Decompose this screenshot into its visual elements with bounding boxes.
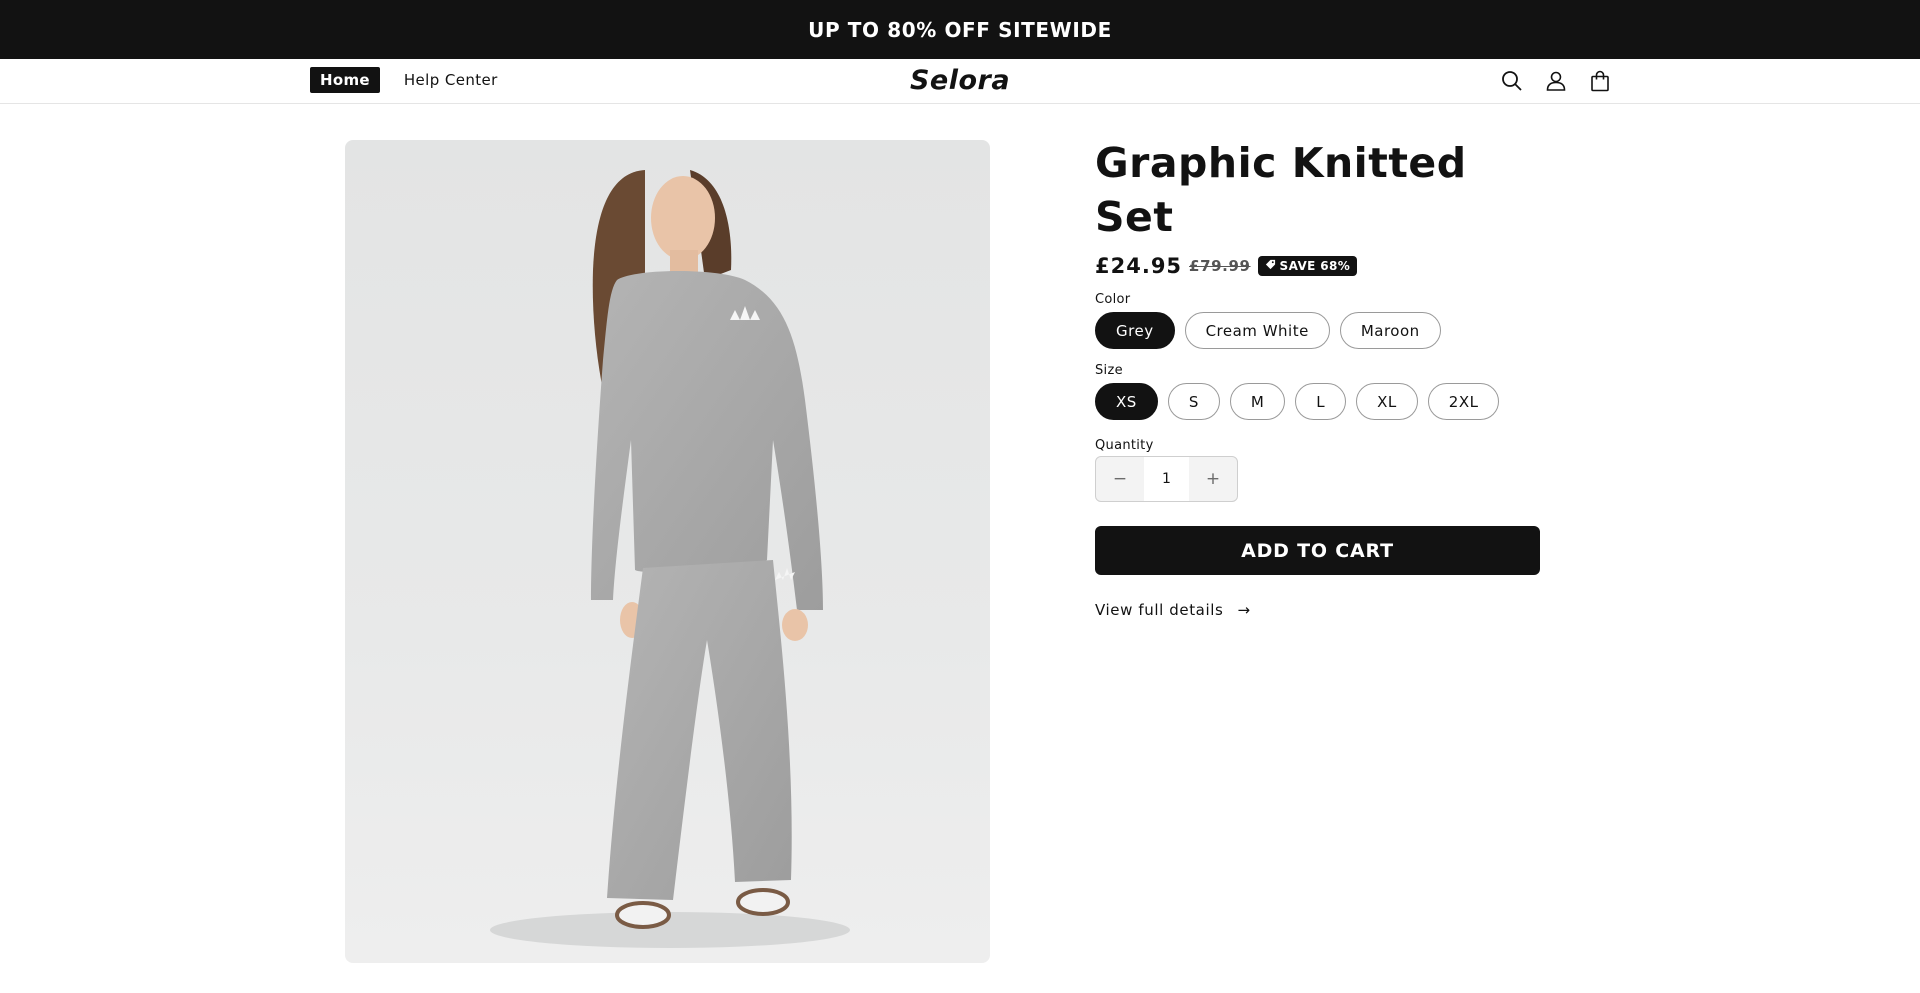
save-badge-text: SAVE 68% <box>1279 259 1351 273</box>
quantity-label: Quantity <box>1095 438 1154 453</box>
color-option-maroon[interactable]: Maroon <box>1339 312 1441 349</box>
color-option-cream-white[interactable]: Cream White <box>1184 312 1330 349</box>
quantity-decrease-button[interactable]: − <box>1096 457 1144 501</box>
tag-icon <box>1265 259 1276 273</box>
product-title: Graphic Knitted Set <box>1095 139 1467 241</box>
view-full-details-label: View full details <box>1095 601 1224 619</box>
size-option-l[interactable]: L <box>1295 383 1347 420</box>
main-nav: Home Help Center <box>310 67 498 93</box>
price-row: £24.95 £79.99 SAVE 68% <box>1095 254 1545 278</box>
announcement-bar: UP TO 80% OFF SITEWIDE <box>0 0 1920 59</box>
size-option-xl[interactable]: XL <box>1356 383 1418 420</box>
sale-price: £24.95 <box>1095 254 1183 278</box>
nav-help-center-link[interactable]: Help Center <box>404 71 498 89</box>
compare-price: £79.99 <box>1189 257 1251 275</box>
size-option-s[interactable]: S <box>1167 383 1220 420</box>
quantity-increase-button[interactable]: + <box>1189 457 1237 501</box>
add-to-cart-button[interactable]: ADD TO CART <box>1095 526 1540 575</box>
size-label: Size <box>1095 363 1123 378</box>
size-option-m[interactable]: M <box>1229 383 1286 420</box>
size-option-2xl[interactable]: 2XL <box>1427 383 1500 420</box>
header-icons <box>1500 69 1612 93</box>
color-option-grey[interactable]: Grey <box>1095 312 1175 349</box>
color-options: Grey Cream White Maroon <box>1095 312 1545 349</box>
product-image[interactable] <box>345 140 990 963</box>
nav-home-link[interactable]: Home <box>310 67 380 93</box>
quantity-stepper: − 1 + <box>1095 456 1238 502</box>
size-option-xs[interactable]: XS <box>1095 383 1158 420</box>
view-full-details-link[interactable]: View full details → <box>1095 601 1545 619</box>
search-icon[interactable] <box>1500 69 1524 93</box>
product-info: Graphic Knitted Set £24.95 £79.99 SAVE 6… <box>1095 136 1545 619</box>
site-logo[interactable]: Selora <box>910 65 1010 96</box>
announcement-text: UP TO 80% OFF SITEWIDE <box>808 17 1112 42</box>
account-icon[interactable] <box>1544 69 1568 93</box>
cart-icon[interactable] <box>1588 69 1612 93</box>
arrow-right-icon: → <box>1237 601 1251 619</box>
color-label: Color <box>1095 292 1131 307</box>
site-header: Home Help Center Selora <box>0 59 1920 104</box>
save-badge: SAVE 68% <box>1257 256 1358 276</box>
model-photo <box>490 170 850 948</box>
size-options: XS S M L XL 2XL <box>1095 383 1545 420</box>
quantity-input[interactable]: 1 <box>1144 457 1189 501</box>
